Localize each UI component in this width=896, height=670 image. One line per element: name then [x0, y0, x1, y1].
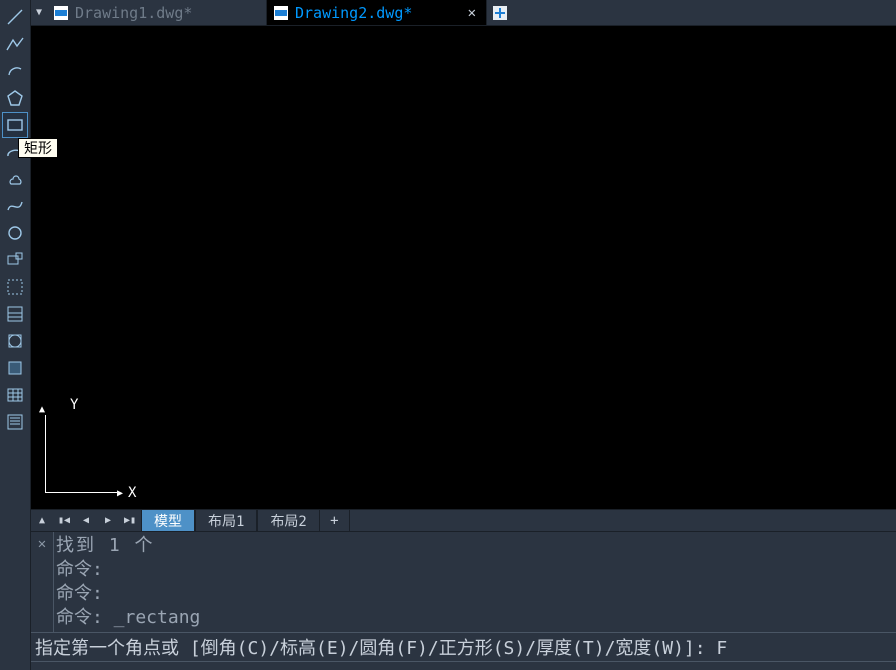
ucs-x-axis	[45, 492, 117, 493]
layout-nav-last-icon[interactable]: ▶▮	[119, 510, 141, 531]
layout-tab-model[interactable]: 模型	[141, 510, 195, 531]
tool-table[interactable]	[2, 382, 28, 408]
tool-revcloud[interactable]	[2, 166, 28, 192]
layout-nav-next-icon[interactable]: ▶	[97, 510, 119, 531]
ucs-y-label: Y	[70, 397, 78, 413]
layout-tab-layout1[interactable]: 布局1	[195, 510, 257, 531]
layout-scroll-up-icon[interactable]: ▲	[31, 510, 53, 531]
file-tab-label: Drawing1.dwg*	[75, 4, 256, 22]
layout-tab-layout2[interactable]: 布局2	[257, 510, 319, 531]
tool-hatch[interactable]	[2, 301, 28, 327]
file-tab-bar: ▼ Drawing1.dwg* Drawing2.dwg* ✕	[31, 0, 896, 26]
file-tab-label: Drawing2.dwg*	[295, 4, 462, 22]
tool-boundary[interactable]	[2, 328, 28, 354]
file-tab-drawing1[interactable]: Drawing1.dwg*	[47, 0, 267, 25]
file-tab-drawing2[interactable]: Drawing2.dwg* ✕	[267, 0, 487, 25]
command-log: 找到 1 个 命令: 命令: 命令: _rectang	[53, 532, 896, 632]
dwg-file-icon	[53, 5, 69, 21]
ucs-y-axis	[45, 415, 46, 493]
ucs-x-arrow: ▶	[117, 488, 122, 499]
command-log-line: 命令:	[56, 582, 894, 606]
file-tab-menu-icon[interactable]: ▼	[31, 0, 47, 25]
status-bar	[31, 662, 896, 670]
tool-tooltip: 矩形	[18, 138, 58, 158]
tool-rectangle[interactable]	[2, 112, 28, 138]
main-column: ▼ Drawing1.dwg* Drawing2.dwg* ✕ ▶ ▲ X Y …	[31, 0, 896, 670]
tool-insert[interactable]	[2, 247, 28, 273]
ucs-x-label: X	[128, 485, 136, 501]
close-icon[interactable]: ✕	[468, 5, 476, 21]
dwg-file-icon	[273, 5, 289, 21]
tool-attach[interactable]	[2, 274, 28, 300]
tool-polyline[interactable]	[2, 31, 28, 57]
tool-arc[interactable]	[2, 58, 28, 84]
command-input[interactable]: 指定第一个角点或 [倒角(C)/标高(E)/圆角(F)/正方形(S)/厚度(T)…	[31, 632, 896, 662]
command-panel-close-icon[interactable]: ✕	[31, 532, 53, 632]
command-area: ✕ 找到 1 个 命令: 命令: 命令: _rectang	[31, 531, 896, 632]
tool-point[interactable]	[2, 409, 28, 435]
tool-palette	[0, 0, 31, 670]
tool-spline[interactable]	[2, 193, 28, 219]
tool-region[interactable]	[2, 355, 28, 381]
layout-tab-bar: ▲ ▮◀ ◀ ▶ ▶▮ 模型 布局1 布局2 +	[31, 509, 896, 531]
drawing-canvas[interactable]: ▶ ▲ X Y	[31, 26, 896, 509]
command-log-line: 命令:	[56, 558, 894, 582]
tool-polygon[interactable]	[2, 85, 28, 111]
ucs-y-arrow: ▲	[39, 404, 44, 415]
layout-tab-add-button[interactable]: +	[320, 510, 350, 531]
tool-circle[interactable]	[2, 220, 28, 246]
command-log-line: 命令: _rectang	[56, 606, 894, 630]
tool-line[interactable]	[2, 4, 28, 30]
command-log-line: 找到 1 个	[56, 534, 894, 558]
layout-nav-prev-icon[interactable]: ◀	[75, 510, 97, 531]
layout-nav-first-icon[interactable]: ▮◀	[53, 510, 75, 531]
new-file-tab-button[interactable]	[487, 0, 513, 25]
